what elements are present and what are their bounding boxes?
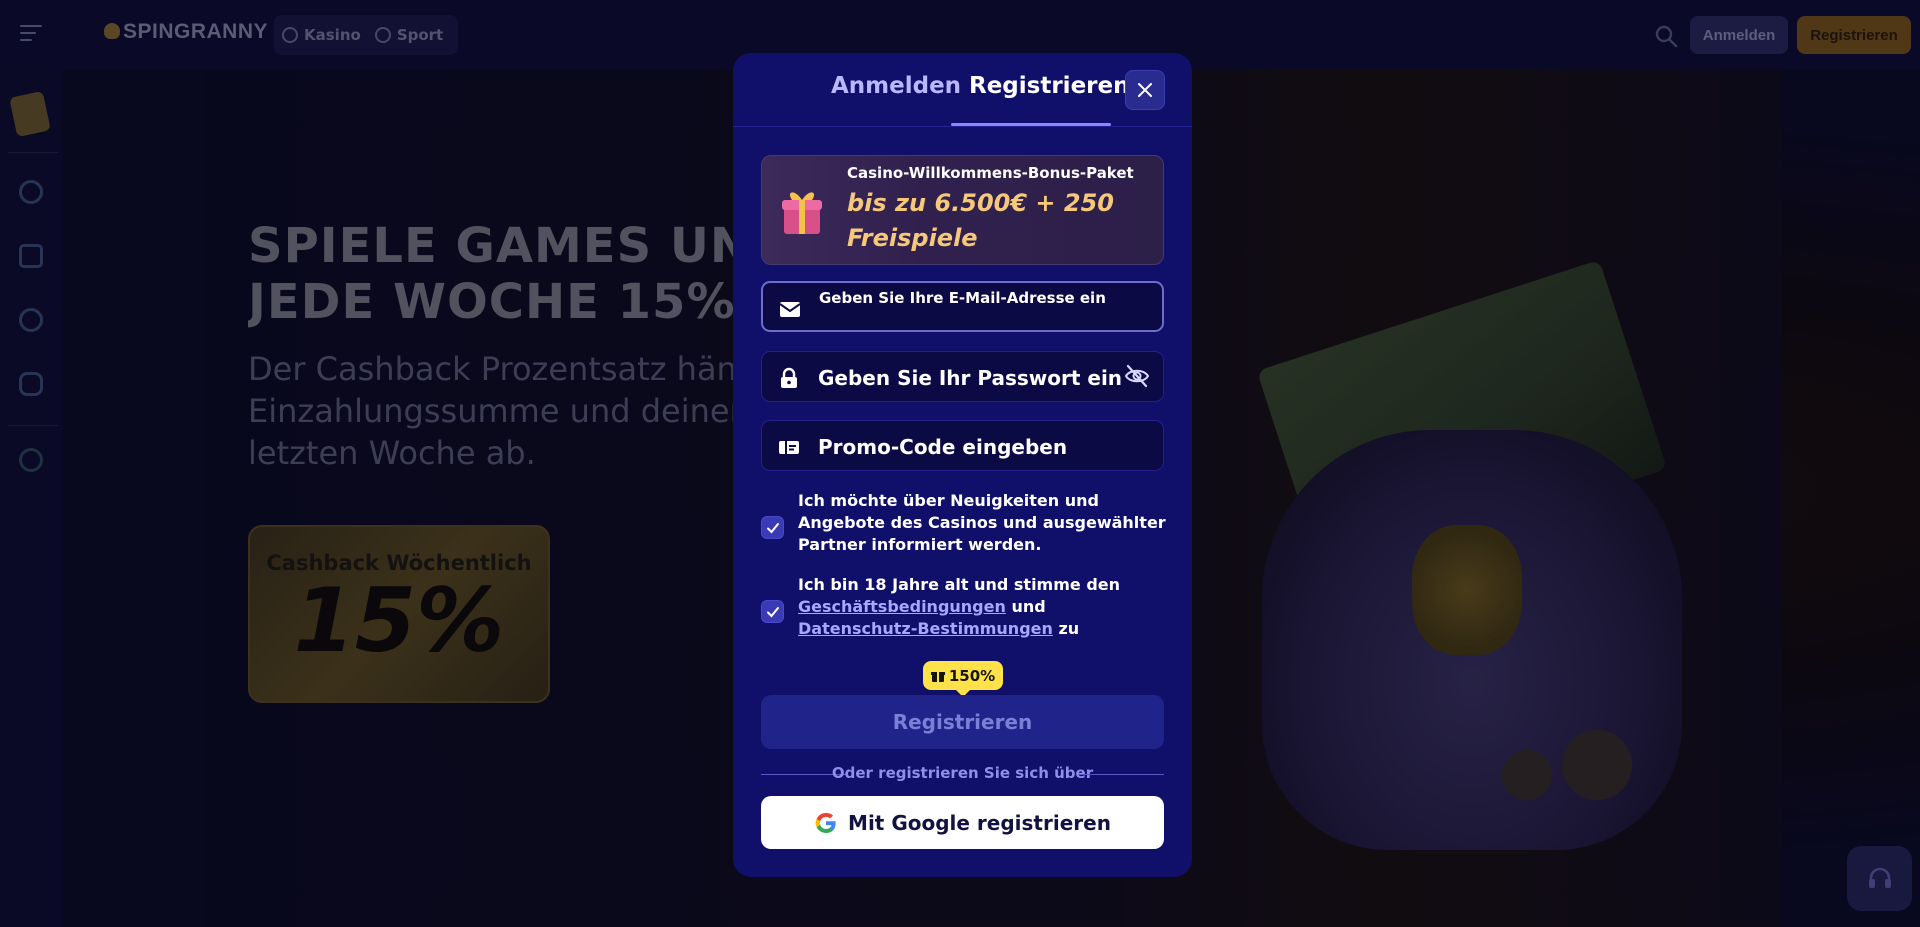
modal-header: Anmelden Registrieren: [733, 53, 1192, 127]
register-submit-button[interactable]: Registrieren: [761, 695, 1164, 749]
google-icon: [815, 812, 836, 833]
close-button[interactable]: [1125, 70, 1165, 110]
active-tab-indicator: [951, 123, 1111, 126]
bonus-percent-text: 150%: [948, 666, 996, 685]
checkmark-icon: [766, 606, 779, 617]
bonus-percent-badge: 150%: [923, 661, 1003, 697]
consent-news-row: Ich möchte über Neuigkeiten und Angebote…: [761, 490, 1166, 560]
google-register-button[interactable]: Mit Google registrieren: [761, 796, 1164, 849]
promo-code-field[interactable]: Promo-Code eingeben: [761, 420, 1164, 471]
consent-terms-checkbox[interactable]: [761, 600, 784, 623]
bonus-title: Casino-Willkommens-Bonus-Paket: [847, 164, 1134, 182]
divider-line: [1078, 774, 1164, 775]
consent-terms-row: Ich bin 18 Jahre alt und stimme den Gesc…: [761, 574, 1164, 644]
close-icon: [1138, 83, 1152, 97]
gift-icon: [930, 671, 945, 682]
terms-link[interactable]: Geschäftsbedingungen: [798, 597, 1006, 616]
google-register-label: Mit Google registrieren: [848, 810, 1111, 835]
terms-text-before: Ich bin 18 Jahre alt und stimme den: [798, 575, 1121, 594]
promo-placeholder: Promo-Code eingeben: [818, 435, 1068, 459]
lock-icon: [781, 367, 797, 388]
consent-news-checkbox[interactable]: [761, 516, 784, 539]
consent-news-text: Ich möchte über Neuigkeiten und Angebote…: [798, 491, 1166, 554]
privacy-link[interactable]: Datenschutz-Bestimmungen: [798, 619, 1053, 638]
ticket-icon: [779, 441, 799, 454]
password-field[interactable]: Geben Sie Ihr Passwort ein: [761, 351, 1164, 402]
consent-terms-text: Ich bin 18 Jahre alt und stimme den Gesc…: [798, 574, 1168, 640]
email-field[interactable]: Geben Sie Ihre E-Mail-Adresse ein: [761, 281, 1164, 332]
terms-text-after: zu: [1058, 619, 1080, 638]
bonus-banner: Casino-Willkommens-Bonus-Paket bis zu 6.…: [761, 155, 1164, 265]
email-placeholder: Geben Sie Ihre E-Mail-Adresse ein: [819, 289, 1106, 307]
alt-register-divider: Oder registrieren Sie sich über: [761, 764, 1164, 784]
eye-off-icon[interactable]: [1124, 363, 1150, 389]
tab-register[interactable]: Registrieren: [969, 73, 1129, 99]
checkmark-icon: [766, 522, 779, 533]
envelope-icon: [779, 302, 801, 317]
register-modal: Anmelden Registrieren Casino-Willkommens…: [733, 53, 1192, 877]
terms-text-and: und: [1011, 597, 1046, 616]
password-placeholder: Geben Sie Ihr Passwort ein: [818, 366, 1123, 390]
tab-login[interactable]: Anmelden: [831, 73, 961, 99]
bonus-value: bis zu 6.500€ + 250 Freispiele: [847, 189, 1114, 252]
gift-icon: [782, 192, 822, 234]
divider-text: Oder registrieren Sie sich über: [831, 764, 1094, 782]
